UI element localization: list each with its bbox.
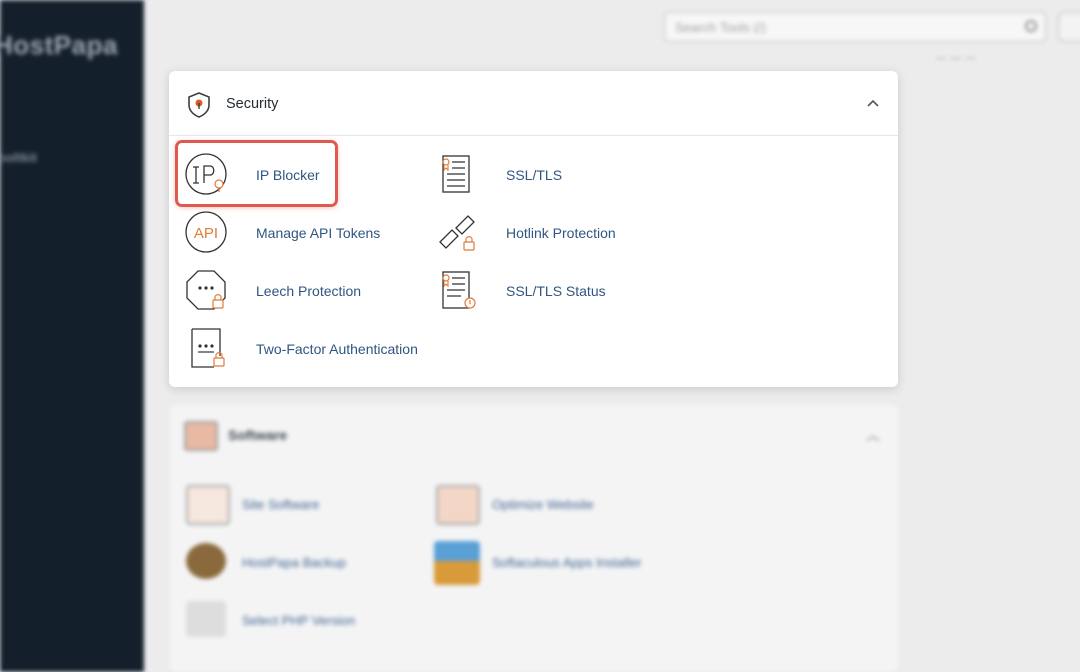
tool-hostpapa-backup[interactable]: HostPapa Backup [242,555,346,570]
header-links[interactable]: — — — [936,53,977,64]
backup-icon [186,543,226,579]
tool-optimize-website[interactable]: Optimize Website [492,497,594,512]
tool-label: Two-Factor Authentication [256,341,418,357]
software-panel: Software ︿ Site Software Optimize Websit… [170,405,898,672]
sidebar: HostPapa ooltkit [0,0,144,672]
tool-label: Hotlink Protection [506,225,616,241]
user-menu-button[interactable] [1058,12,1080,42]
tool-select-php[interactable]: Select PHP Version [242,613,355,628]
site-software-icon [186,485,230,525]
tool-ssl-tls[interactable]: SSL/TLS [434,152,562,198]
chevron-down-icon[interactable]: ︿ [866,425,880,445]
two-factor-icon [191,328,225,368]
tool-site-software[interactable]: Site Software [242,497,319,512]
security-panel-header[interactable]: Security [169,71,898,136]
tool-ip-blocker[interactable]: IP Blocker [184,152,320,198]
svg-text:API: API [194,225,218,242]
ip-blocker-icon [185,153,227,195]
api-tokens-icon: API [185,211,227,253]
optimize-website-icon [436,485,480,525]
software-title: Software [228,427,288,443]
sidebar-item-toolkit[interactable]: ooltkit [0,150,37,165]
tool-manage-api-tokens[interactable]: API Manage API Tokens [184,210,380,256]
search-placeholder: Search Tools (/) [675,20,766,35]
software-icon [184,421,218,451]
security-title: Security [226,96,279,112]
tool-label: IP Blocker [256,167,320,183]
tool-label: SSL/TLS [506,167,563,183]
hotlink-protection-icon [439,215,475,251]
search-input[interactable]: Search Tools (/) [664,12,1046,42]
tool-label: Manage API Tokens [256,225,381,241]
shield-icon [188,92,210,118]
chevron-up-icon[interactable] [865,96,881,110]
tool-label: Leech Protection [256,283,362,299]
security-panel: Security IP Blocker SSL/TLS API Manage A… [169,71,898,387]
tool-label: SSL/TLS Status [506,283,606,299]
tool-ssl-tls-status[interactable]: SSL/TLS Status [434,268,606,314]
softaculous-icon [434,541,480,585]
php-icon [186,601,226,637]
ssl-tls-status-icon [442,271,476,309]
tool-leech-protection[interactable]: Leech Protection [184,268,361,314]
leech-protection-icon [186,270,226,310]
ssl-tls-icon [442,155,470,193]
brand-logo: HostPapa [0,30,118,60]
search-icon [1025,20,1037,32]
tool-two-factor-authentication[interactable]: Two-Factor Authentication [184,326,418,372]
tool-hotlink-protection[interactable]: Hotlink Protection [434,210,616,256]
tool-softaculous[interactable]: Softaculous Apps Installer [492,555,642,570]
